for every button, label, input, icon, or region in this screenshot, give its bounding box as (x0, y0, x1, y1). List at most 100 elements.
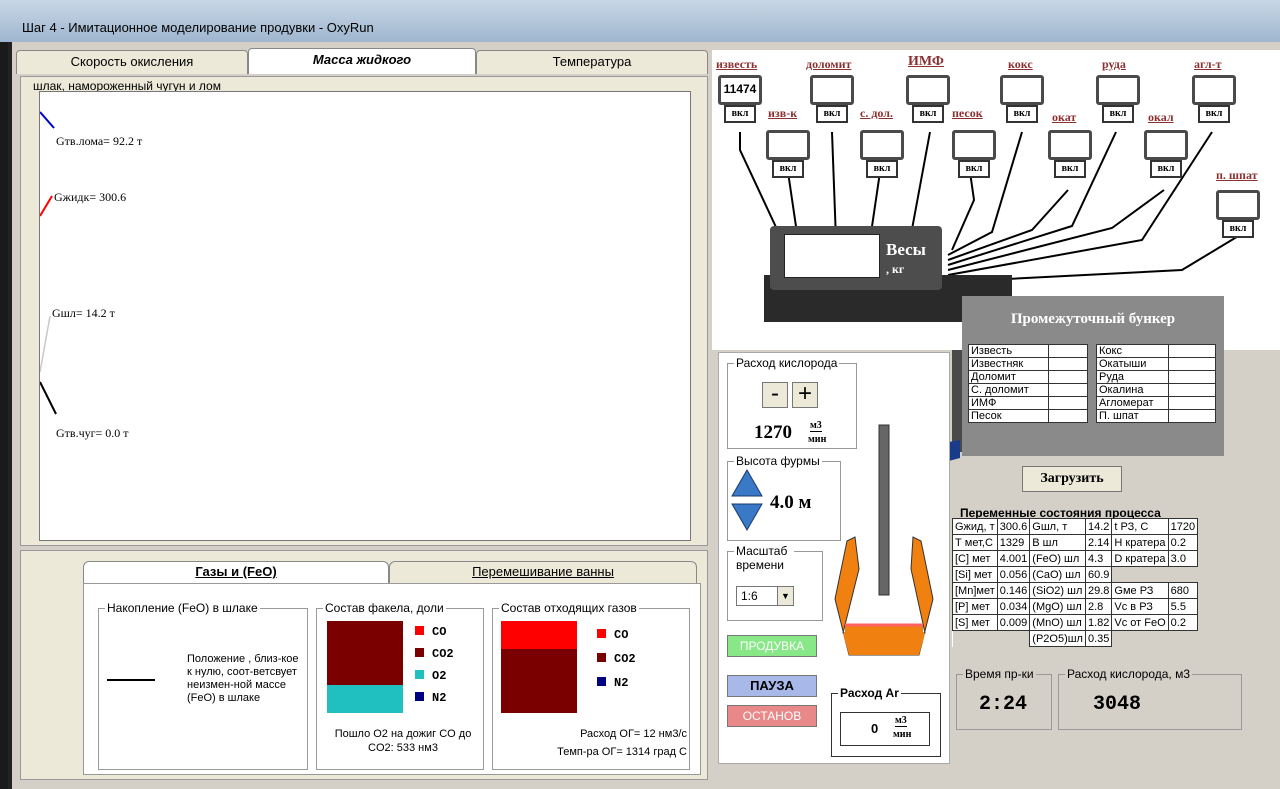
oxygen-value: 1270 (754, 422, 792, 443)
bunker-table-right: Кокс Окатыши Руда Окалина Агломерат П. ш… (1096, 344, 1216, 423)
blow-button[interactable]: ПРОДУВКА (727, 635, 817, 657)
feeder-okat: вкл (1048, 130, 1092, 178)
feeder-koks: вкл (1000, 75, 1044, 123)
feeder-aglt-on-button[interactable]: вкл (1198, 105, 1230, 123)
material-label-pshpat: п. шпат (1216, 168, 1258, 182)
chevron-down-icon: ▼ (777, 587, 793, 605)
material-label-koks: кокс (1008, 57, 1033, 71)
material-label-pesok: песок (952, 106, 983, 120)
offgas-bar-co (501, 621, 577, 649)
pause-button[interactable]: ПАУЗА (727, 675, 817, 697)
feeder-izvk-display (766, 130, 810, 160)
feeder-koks-on-button[interactable]: вкл (1006, 105, 1038, 123)
feeder-imf-on-button[interactable]: вкл (912, 105, 944, 123)
lance-value: 4.0 м (770, 492, 812, 513)
feeder-dolomit-on-button[interactable]: вкл (816, 105, 848, 123)
argon-caption: Расход Ar (838, 686, 901, 700)
torch-bar-o2 (327, 685, 403, 713)
scales-panel: Весы , кг (770, 226, 942, 290)
oxygen-caption: Расход кислорода (734, 356, 840, 370)
oxygen-total-box: Расход кислорода, м3 3048 (1058, 667, 1242, 730)
argon-group: Расход Ar 0 м3 мин (831, 686, 941, 757)
feeder-izvest: 11474 вкл (718, 75, 762, 123)
feeder-pesok: вкл (952, 130, 996, 178)
state-table: Gжид, т 300.6 Gшл, т 14.2 t РЗ, С 1720 Т мет,… (952, 518, 1199, 647)
timescale-caption: Масштаб времени (734, 544, 794, 572)
feeder-okat-display (1048, 130, 1092, 160)
torch-bar-co2 (327, 621, 403, 685)
label-slag: Gшл= 14.2 т (52, 306, 115, 320)
liquid-line (40, 195, 53, 217)
tab-bath-mixing[interactable]: Перемешивание ванны (389, 561, 697, 583)
tab-liquid-mass[interactable]: Масса жидкого (248, 48, 476, 74)
feeder-izvk-on-button[interactable]: вкл (772, 160, 804, 178)
feeder-izvest-display: 11474 (718, 75, 762, 105)
feeder-okal: вкл (1144, 130, 1188, 178)
argon-value: 0 (871, 721, 879, 736)
argon-unit-bottom: мин (893, 729, 912, 740)
torch-caption: Состав факела, доли (323, 601, 446, 615)
feeder-koks-display (1000, 75, 1044, 105)
bunker-table-left: Известь Известняк Доломит С. доломит ИМФ… (968, 344, 1088, 423)
feeder-okal-on-button[interactable]: вкл (1150, 160, 1182, 178)
feo-group: Накопление (FeO) в шлаке Положение , бли… (98, 601, 308, 770)
tab-gases-feo[interactable]: Газы и (FeO) (83, 561, 389, 583)
feo-caption: Накопление (FeO) в шлаке (105, 601, 260, 615)
torch-legend: CO CO2 O2 N2 (415, 621, 454, 709)
process-state: Переменные состояния процесса Gжид, т 300… (952, 506, 1276, 774)
scales-display (784, 234, 880, 278)
feeder-izvest-on-button[interactable]: вкл (724, 105, 756, 123)
load-button[interactable]: Загрузить (1022, 466, 1122, 492)
control-panel: Расход кислорода - + 1270 м3 мин Высота … (718, 352, 950, 764)
graph-tabs: Скорость окисления Масса жидкого Темпера… (16, 48, 708, 74)
feo-indicator (107, 679, 155, 681)
app-window: Шаг 4 - Имитационное моделирование проду… (0, 0, 1280, 789)
argon-field[interactable]: 0 м3 мин (840, 712, 930, 746)
oxygen-total-caption: Расход кислорода, м3 (1065, 667, 1193, 681)
label-scrap: Gтв.лома= 92.2 т (56, 134, 143, 148)
offgas-caption: Состав отходящих газов (499, 601, 639, 615)
timescale-group: Масштаб времени 1:6 ▼ (727, 544, 823, 621)
mass-plot: Gтв.лома= 92.2 т Gжидк= 300.6 Gшл= 14.2 … (39, 91, 691, 541)
feeder-aglt: вкл (1192, 75, 1236, 123)
bunker-title: Промежуточный бункер (962, 296, 1224, 336)
label-liquid: Gжидк= 300.6 (54, 190, 127, 204)
material-label-sdol: с. дол. (860, 106, 893, 120)
feeder-okat-on-button[interactable]: вкл (1054, 160, 1086, 178)
lance-group: Высота фурмы 4.0 м (727, 454, 841, 541)
timescale-select[interactable]: 1:6 ▼ (736, 586, 794, 606)
feeder-sdol-display (860, 130, 904, 160)
feeder-dolomit: вкл (810, 75, 854, 123)
material-label-okal: окал (1148, 110, 1174, 124)
tab-temperature[interactable]: Температура (476, 50, 708, 74)
feeder-ruda-display (1096, 75, 1140, 105)
time-box: Время пр-ки 2:24 (956, 667, 1052, 730)
feeder-imf: вкл (906, 75, 950, 123)
feeder-ruda-on-button[interactable]: вкл (1102, 105, 1134, 123)
feeder-pesok-display (952, 130, 996, 160)
title-bar: Шаг 4 - Имитационное моделирование проду… (0, 0, 1280, 42)
gases-panel: Газы и (FeO) Перемешивание ванны Накопле… (20, 550, 708, 780)
feeder-izvk: вкл (766, 130, 810, 178)
label-iron: Gтв.чуг= 0.0 т (56, 426, 129, 440)
feeder-sdol: вкл (860, 130, 904, 178)
oxygen-total-value: 3048 (1093, 693, 1142, 716)
feeder-pshpat: вкл (1216, 190, 1260, 238)
stop-button[interactable]: ОСТАНОВ (727, 705, 817, 727)
material-label-dolomit: доломит (806, 57, 852, 71)
feeder-pesok-on-button[interactable]: вкл (958, 160, 990, 178)
oxygen-minus-button[interactable]: - (762, 382, 788, 408)
material-label-izvest: известь (716, 57, 758, 71)
lance (878, 424, 890, 596)
feeder-pshpat-on-button[interactable]: вкл (1222, 220, 1254, 238)
feo-note: Положение , близ-кое к нулю, соот-ветсву… (187, 653, 299, 704)
scales-title: Весы (886, 240, 926, 259)
lance-down-icon[interactable] (730, 502, 764, 532)
tab-oxidation-rate[interactable]: Скорость окисления (16, 50, 248, 74)
feeder-sdol-on-button[interactable]: вкл (866, 160, 898, 178)
oxygen-plus-button[interactable]: + (792, 382, 818, 408)
feeder-dolomit-display (810, 75, 854, 105)
lance-up-icon[interactable] (730, 468, 764, 498)
mass-graph-group: шлак, намороженный чугун и лом Gтв.лома=… (20, 76, 708, 546)
oxygen-unit-bottom: мин (808, 434, 827, 445)
